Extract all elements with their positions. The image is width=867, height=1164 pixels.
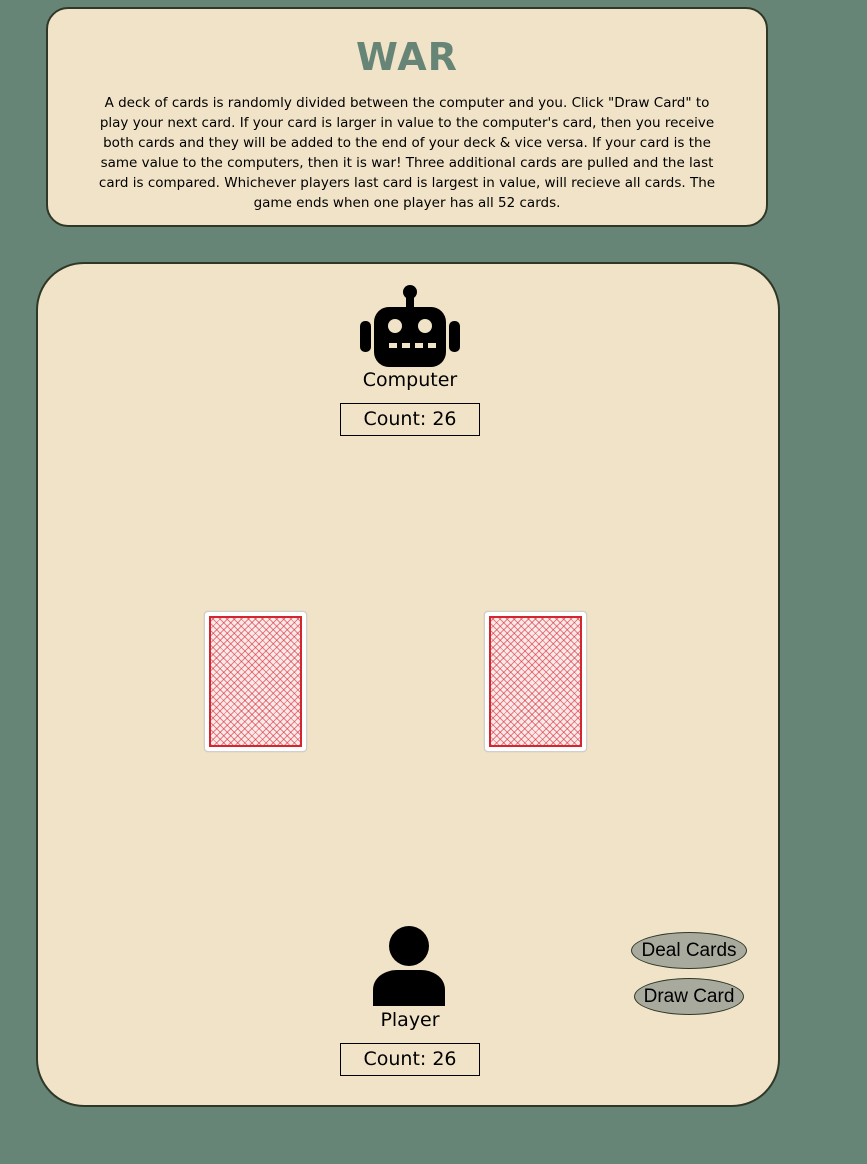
draw-card-button[interactable]: Draw Card <box>634 978 744 1015</box>
computer-name: Computer <box>362 369 458 391</box>
card-back-pattern <box>209 616 302 747</box>
computer-card <box>204 611 307 752</box>
player-card <box>484 611 587 752</box>
player-count: Count: 26 <box>340 1043 480 1076</box>
player-name: Player <box>380 1009 440 1031</box>
user-icon <box>373 926 445 1006</box>
game-rules: A deck of cards is randomly divided betw… <box>98 95 716 211</box>
game-title: WAR <box>356 35 458 79</box>
info-panel: WAR A deck of cards is randomly divided … <box>46 7 768 227</box>
computer-count: Count: 26 <box>340 403 480 436</box>
game-board: Computer Count: 26 Player Count: 26 Deal… <box>36 262 780 1107</box>
card-back-pattern <box>489 616 582 747</box>
deal-cards-button[interactable]: Deal Cards <box>631 932 747 969</box>
robot-icon <box>360 285 460 367</box>
